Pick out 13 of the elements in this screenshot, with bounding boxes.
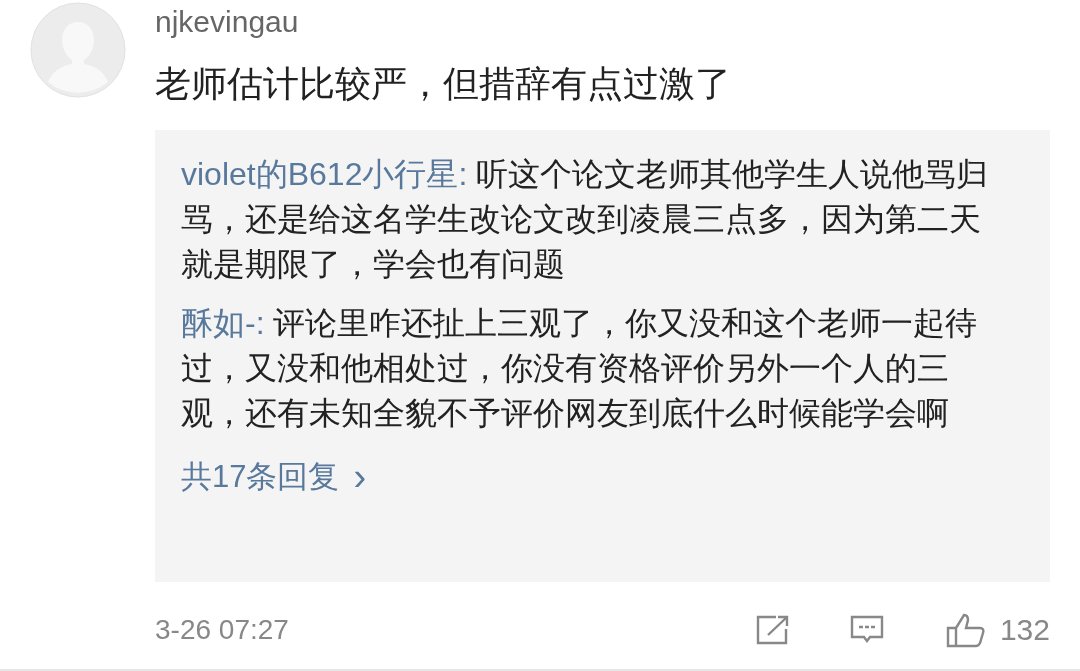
share-icon[interactable] [755, 615, 790, 645]
more-replies-link[interactable]: 共17条回复 [181, 456, 340, 498]
chevron-icon[interactable]: › [353, 462, 367, 492]
username[interactable]: njkevingau [155, 2, 299, 42]
thumbs-up-icon[interactable] [945, 612, 986, 648]
reply-author-link[interactable]: violet的B612小行星: [181, 156, 468, 192]
reply-text: violet的B612小行星: 听这个论文老师其他学生人说他骂归骂，还是给这名学生改论文改到凌晨三点多，因为第二天就是期限了，学会也有问题 [181, 155, 990, 284]
timestamp: 3-26 07:27 [155, 614, 290, 646]
comment-text: 老师估计比较严，但措辞有点过激了 [155, 62, 732, 106]
like-count: 132 [999, 613, 1050, 647]
reply-text: 酥如-: 评论里咋还扯上三观了，你又没和这个老师一起待过，又没和他相处过，你没有资格评价另外一个人的三观，还有未知全貌不予评价网友到底什么时候能学会啊 [181, 304, 979, 433]
comment-icon[interactable] [849, 615, 884, 645]
reply-author-link[interactable]: 酥如-: [181, 305, 265, 341]
